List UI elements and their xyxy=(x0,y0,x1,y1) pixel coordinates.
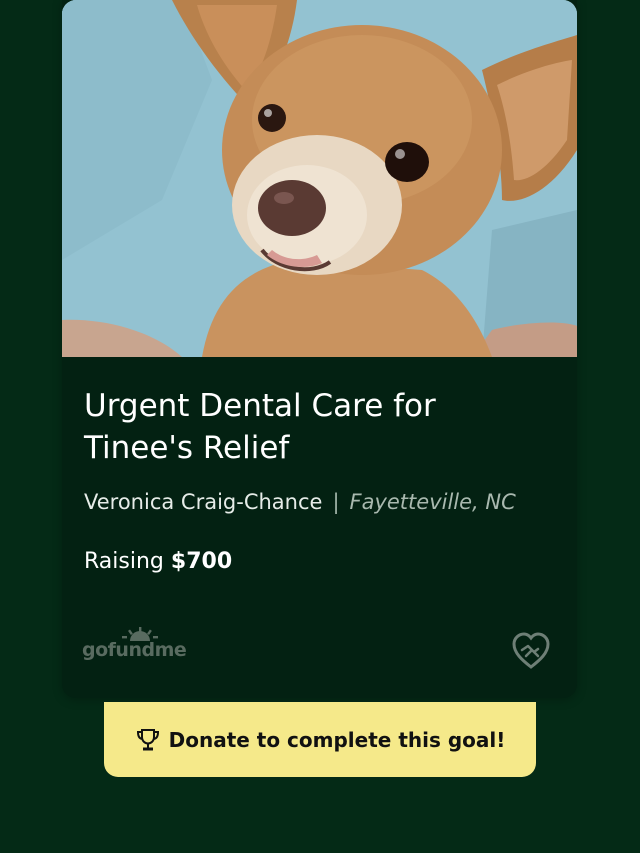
trophy-icon xyxy=(136,728,159,750)
meta-separator: | xyxy=(332,490,340,514)
raising-amount: $700 xyxy=(170,549,233,574)
heart-handshake-icon[interactable] xyxy=(510,630,552,672)
campaign-location: Fayetteville, NC xyxy=(349,490,516,514)
raising-goal: Raising $700 xyxy=(84,549,232,575)
campaign-photo[interactable] xyxy=(62,0,577,357)
fundraiser-card[interactable]: Urgent Dental Care for Tinee's Relief Ve… xyxy=(62,0,577,698)
dog-photo-illustration xyxy=(62,0,577,357)
organizer-name: Veronica Craig-Chance xyxy=(84,490,323,514)
logo-text: gofundme xyxy=(82,639,187,661)
donate-button[interactable]: Donate to complete this goal! xyxy=(104,702,536,777)
donate-button-label: Donate to complete this goal! xyxy=(168,727,506,752)
campaign-title[interactable]: Urgent Dental Care for Tinee's Relief xyxy=(84,385,554,469)
raising-label: Raising xyxy=(84,549,164,574)
page: { "campaign": { "title": "Urgent Dental … xyxy=(0,0,640,853)
campaign-meta: Veronica Craig-Chance | Fayetteville, NC xyxy=(84,489,516,515)
gofundme-logo: gofundme xyxy=(82,627,202,667)
